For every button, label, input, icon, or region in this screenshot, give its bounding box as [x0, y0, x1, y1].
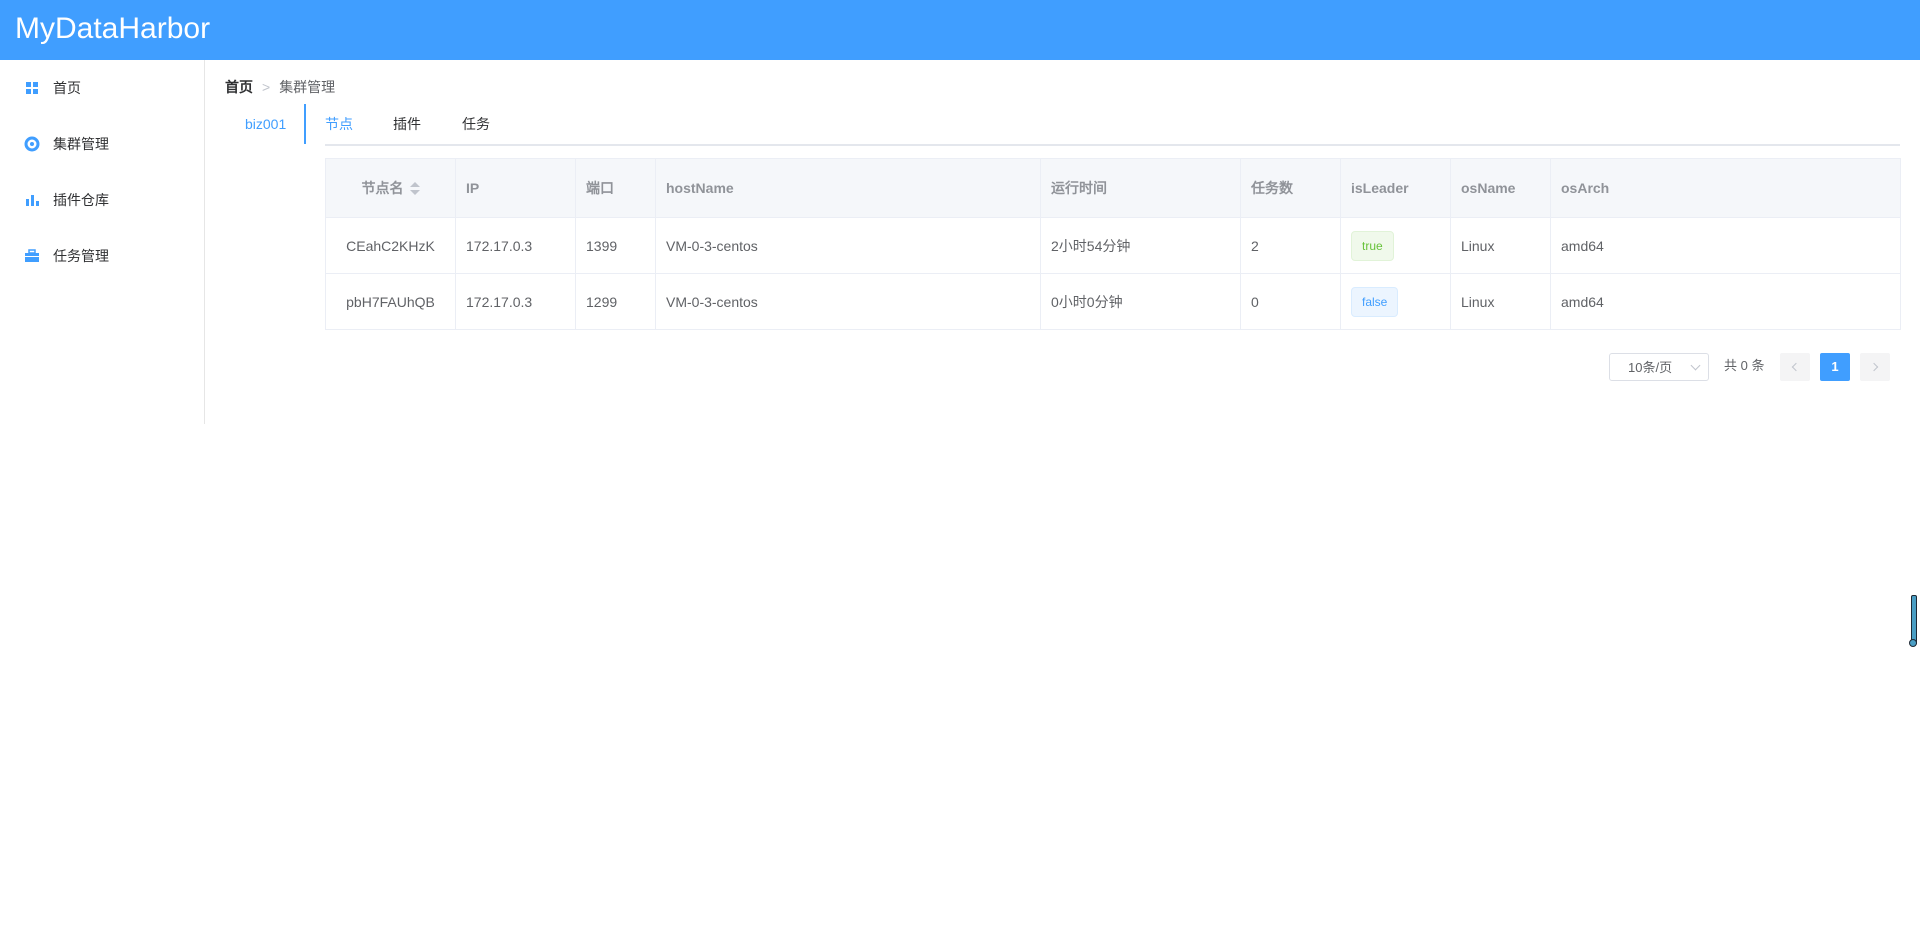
- cell-is-leader: true: [1340, 217, 1451, 274]
- cell-uptime: 0小时0分钟: [1040, 273, 1241, 330]
- sidebar-item-cluster[interactable]: 集群管理: [0, 116, 204, 172]
- leader-status-badge: false: [1351, 286, 1399, 317]
- column-header: osName: [1450, 158, 1551, 218]
- grid-icon: [24, 80, 40, 96]
- sidebar-item-label: 首页: [53, 80, 81, 96]
- sidebar-item-label: 任务管理: [53, 248, 109, 264]
- cell-task-count: 0: [1240, 273, 1341, 330]
- sidebar-item-label: 集群管理: [53, 136, 109, 152]
- cell-os-arch: amd64: [1550, 217, 1901, 274]
- chevron-right-icon: [1869, 362, 1879, 372]
- top-header: MyDataHarbor: [0, 0, 1920, 60]
- sort-icon[interactable]: [409, 182, 420, 196]
- table-row: CEahC2KHzK 172.17.0.3 1399 VM-0-3-centos…: [325, 217, 1901, 274]
- prev-page-button[interactable]: [1780, 353, 1810, 381]
- table-row: pbH7FAUhQB 172.17.0.3 1299 VM-0-3-centos…: [325, 273, 1901, 330]
- cell-node-name: CEahC2KHzK: [325, 217, 456, 274]
- tab-plugins[interactable]: 插件: [393, 115, 421, 133]
- cell-uptime: 2小时54分钟: [1040, 217, 1241, 274]
- tab-tasks[interactable]: 任务: [462, 115, 490, 133]
- column-header: hostName: [655, 158, 1041, 218]
- chevron-left-icon: [1791, 362, 1801, 372]
- app-title: MyDataHarbor: [15, 12, 211, 45]
- pagination-total: 共 0 条: [1724, 358, 1765, 373]
- tab-nodes[interactable]: 节点: [325, 115, 353, 133]
- breadcrumb: 首页 > 集群管理: [225, 78, 335, 96]
- scroll-bar[interactable]: [1911, 595, 1917, 645]
- page-size-value: 10条/页: [1628, 360, 1673, 375]
- cell-hostname: VM-0-3-centos: [655, 273, 1041, 330]
- scroll-handle[interactable]: [1909, 595, 1917, 651]
- cell-task-count: 2: [1240, 217, 1341, 274]
- sidebar-item-home[interactable]: 首页: [0, 60, 204, 116]
- page-size-select[interactable]: 10条/页: [1609, 353, 1709, 381]
- bar-chart-icon: [24, 192, 40, 208]
- breadcrumb-separator-icon: >: [262, 79, 271, 95]
- sidebar-item-label: 插件仓库: [53, 192, 109, 208]
- leader-status-badge: true: [1351, 230, 1394, 261]
- cell-is-leader: false: [1340, 273, 1451, 330]
- sidebar-item-tasks[interactable]: 任务管理: [0, 228, 204, 284]
- column-header: IP: [455, 158, 576, 218]
- column-header: 端口: [575, 158, 656, 218]
- cell-ip: 172.17.0.3: [455, 217, 576, 274]
- cell-node-name: pbH7FAUhQB: [325, 273, 456, 330]
- breadcrumb-home[interactable]: 首页: [225, 79, 253, 95]
- next-page-button[interactable]: [1860, 353, 1890, 381]
- cell-ip: 172.17.0.3: [455, 273, 576, 330]
- table-header-row: 节点名 IP 端口 hostName 运行时间 任务数 isLeader osN…: [325, 158, 1901, 218]
- column-header: isLeader: [1340, 158, 1451, 218]
- cluster-tab-label: biz001: [245, 116, 287, 132]
- tab-cluster-biz001[interactable]: biz001: [225, 104, 306, 144]
- cell-port: 1299: [575, 273, 656, 330]
- column-header: 任务数: [1240, 158, 1341, 218]
- cell-hostname: VM-0-3-centos: [655, 217, 1041, 274]
- column-header-node-name[interactable]: 节点名: [325, 158, 456, 218]
- cluster-icon: [24, 136, 40, 152]
- scroll-knob[interactable]: [1909, 639, 1917, 647]
- briefcase-icon: [24, 248, 40, 264]
- column-header: 运行时间: [1040, 158, 1241, 218]
- sidebar-item-plugins[interactable]: 插件仓库: [0, 172, 204, 228]
- cell-os-name: Linux: [1450, 273, 1551, 330]
- page-number-button[interactable]: 1: [1820, 353, 1850, 381]
- cell-port: 1399: [575, 217, 656, 274]
- chevron-down-icon: [1690, 360, 1701, 371]
- node-tabs: 节点 插件 任务: [325, 104, 1900, 146]
- cell-os-name: Linux: [1450, 217, 1551, 274]
- column-header: osArch: [1550, 158, 1901, 218]
- cell-os-arch: amd64: [1550, 273, 1901, 330]
- breadcrumb-current: 集群管理: [279, 79, 336, 95]
- sidebar: 首页 集群管理 插件仓库 任务管理: [0, 60, 205, 424]
- node-table: 节点名 IP 端口 hostName 运行时间 任务数 isLeader osN…: [325, 158, 1901, 330]
